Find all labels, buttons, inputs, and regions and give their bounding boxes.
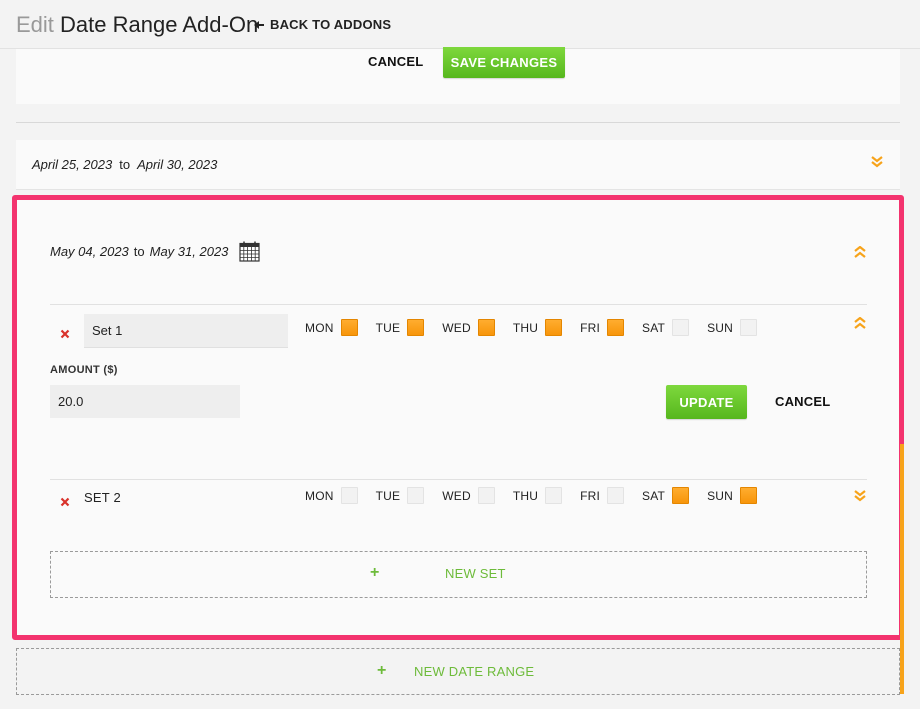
day-checkbox-tue[interactable]	[407, 319, 425, 336]
day-sat: SAT	[642, 487, 707, 504]
day-checkbox-wed[interactable]	[477, 319, 495, 336]
date-range-2-to: to	[133, 244, 145, 259]
section-divider	[16, 122, 900, 123]
day-tue: TUE	[376, 319, 443, 336]
double-chevron-up-icon[interactable]	[853, 246, 867, 258]
date-range-2-label: May 04, 2023 to May 31, 2023	[50, 244, 228, 259]
day-thu: THU	[513, 487, 580, 504]
day-label: TUE	[375, 488, 401, 503]
date-range-row-1[interactable]: April 25, 2023 to April 30, 2023	[16, 140, 900, 190]
page-title-prefix: Edit	[16, 12, 54, 37]
day-checkbox-tue[interactable]	[407, 487, 425, 504]
date-range-2-end: May 31, 2023	[149, 244, 229, 259]
day-wed: WED	[442, 487, 513, 504]
day-label: WED	[442, 320, 471, 335]
day-checkbox-thu[interactable]	[545, 487, 563, 504]
day-checkbox-fri[interactable]	[607, 319, 625, 336]
day-label: THU	[512, 488, 539, 503]
day-fri: FRI	[580, 487, 642, 504]
day-label: SAT	[642, 488, 666, 503]
close-x-icon[interactable]	[60, 326, 70, 339]
date-range-1-start: April 25, 2023	[32, 157, 113, 172]
day-checkbox-fri[interactable]	[607, 487, 625, 504]
double-chevron-down-icon[interactable]	[853, 490, 867, 502]
day-tue: TUE	[376, 487, 443, 504]
plus-icon: +	[370, 564, 380, 581]
arrow-left-icon	[254, 20, 264, 30]
double-chevron-down-icon[interactable]	[870, 156, 884, 168]
plus-icon: +	[377, 662, 387, 679]
day-sun: SUN	[707, 319, 758, 336]
day-checkbox-sat[interactable]	[672, 319, 690, 336]
day-checkbox-sun[interactable]	[740, 487, 758, 504]
new-date-range-button[interactable]: + NEW DATE RANGE	[16, 648, 900, 695]
day-sat: SAT	[642, 319, 707, 336]
save-changes-button[interactable]: SAVE CHANGES	[443, 47, 565, 78]
update-button[interactable]: UPDATE	[666, 385, 747, 419]
day-checkbox-sat[interactable]	[672, 487, 690, 504]
new-set-label: NEW SET	[445, 566, 506, 581]
day-thu: THU	[513, 319, 580, 336]
back-to-addons-label: BACK TO ADDONS	[270, 17, 392, 32]
day-checkbox-wed[interactable]	[477, 487, 495, 504]
new-date-range-label: NEW DATE RANGE	[414, 664, 535, 679]
scroll-indicator	[900, 444, 904, 694]
day-checkbox-mon[interactable]	[340, 487, 358, 504]
calendar-icon[interactable]	[239, 241, 260, 262]
day-label: WED	[442, 488, 471, 503]
new-set-button[interactable]: + NEW SET	[50, 551, 867, 598]
date-range-2-start: May 04, 2023	[50, 244, 129, 259]
amount-input[interactable]	[50, 385, 240, 418]
day-label: SUN	[707, 320, 734, 335]
day-label: SAT	[642, 320, 666, 335]
day-label: SUN	[707, 488, 734, 503]
set-name-input[interactable]	[84, 314, 288, 348]
back-to-addons-link[interactable]: BACK TO ADDONS	[254, 17, 391, 32]
day-wed: WED	[442, 319, 513, 336]
set-divider	[50, 304, 867, 305]
day-label: MON	[305, 488, 334, 503]
date-range-1-end: April 30, 2023	[137, 157, 218, 172]
day-label: FRI	[580, 488, 601, 503]
day-mon: MON	[305, 487, 376, 504]
set-2-days: MON TUE WED THU FRI SAT SUN	[305, 487, 758, 504]
double-chevron-up-icon[interactable]	[853, 317, 867, 329]
set-cancel-button[interactable]: CANCEL	[775, 394, 830, 409]
day-checkbox-thu[interactable]	[545, 319, 563, 336]
set-1-days: MON TUE WED THU FRI SAT SUN	[305, 319, 758, 336]
page-title-name: Date Range Add-On	[60, 12, 259, 37]
day-label: TUE	[375, 320, 401, 335]
day-mon: MON	[305, 319, 376, 336]
close-x-icon[interactable]	[60, 494, 70, 507]
set-divider	[50, 479, 867, 480]
cancel-button[interactable]: CANCEL	[368, 54, 423, 69]
day-checkbox-sun[interactable]	[740, 319, 758, 336]
page-title: Edit Date Range Add-On	[16, 10, 258, 40]
day-label: THU	[512, 320, 539, 335]
day-label: FRI	[580, 320, 601, 335]
date-range-1-label: April 25, 2023 to April 30, 2023	[32, 157, 217, 172]
set-2-name[interactable]: SET 2	[84, 490, 121, 505]
amount-label: AMOUNT ($)	[50, 364, 118, 376]
day-label: MON	[305, 320, 334, 335]
day-fri: FRI	[580, 319, 642, 336]
day-sun: SUN	[707, 487, 758, 504]
date-range-1-to: to	[119, 157, 131, 172]
day-checkbox-mon[interactable]	[340, 319, 358, 336]
